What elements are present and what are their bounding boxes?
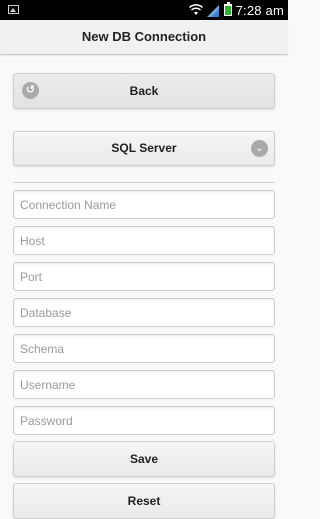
db-type-selected: SQL Server: [111, 141, 177, 155]
header-bar: New DB Connection: [0, 20, 288, 55]
wifi-icon: [188, 4, 203, 15]
password-input[interactable]: [13, 406, 275, 435]
image-icon: [8, 5, 19, 14]
db-type-select[interactable]: SQL Server ⌄: [13, 131, 275, 166]
chevron-down-icon: ⌄: [251, 140, 268, 157]
page-title: New DB Connection: [81, 29, 207, 44]
port-input[interactable]: [13, 262, 275, 291]
back-button-label: Back: [129, 84, 159, 98]
signal-icon: [206, 4, 219, 17]
save-button[interactable]: Save: [13, 441, 275, 477]
connection-name-input[interactable]: [13, 190, 275, 219]
host-input[interactable]: [13, 226, 275, 255]
save-button-label: Save: [129, 452, 159, 466]
database-input[interactable]: [13, 298, 275, 327]
back-button[interactable]: ↺ Back: [13, 73, 275, 109]
status-bar: 7:28 am: [0, 0, 288, 20]
battery-icon: [223, 2, 232, 16]
reset-button[interactable]: Reset: [13, 483, 275, 519]
back-arrow-icon: ↺: [22, 82, 39, 99]
status-icons: 7:28 am: [188, 0, 284, 20]
divider: [13, 182, 275, 183]
status-time: 7:28 am: [235, 2, 284, 18]
username-input[interactable]: [13, 370, 275, 399]
reset-button-label: Reset: [127, 494, 161, 508]
schema-input[interactable]: [13, 334, 275, 363]
